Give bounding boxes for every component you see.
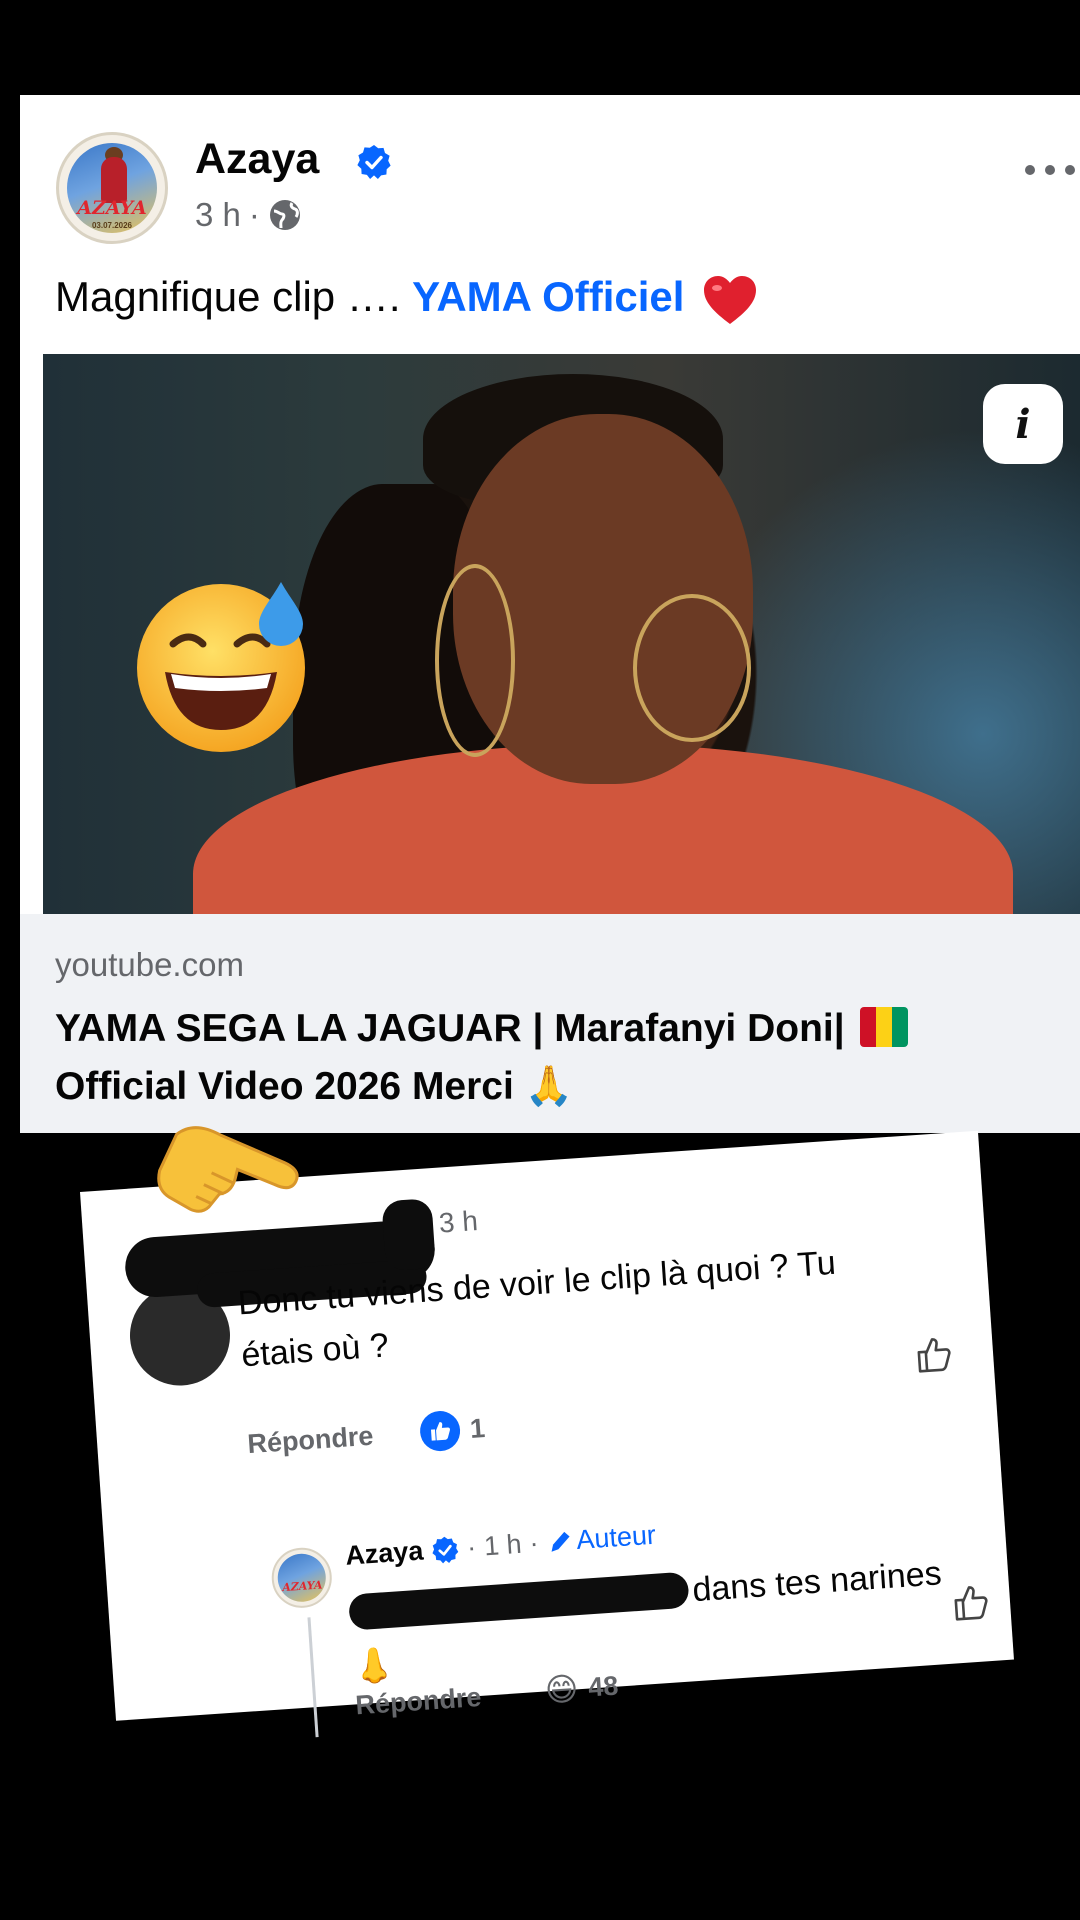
avatar-logo-text: AZAYA [77,197,147,219]
post-meta: 3 h · [195,196,302,234]
like-reaction-icon [418,1409,462,1453]
link-preview[interactable]: youtube.com YAMA SEGA LA JAGUAR | Marafa… [20,914,1080,1133]
post-caption: Magnifique clip …. YAMA Officiel [55,273,758,326]
reply-author-avatar[interactable]: AZAYA [269,1545,334,1610]
author-name[interactable]: Azaya [195,135,319,184]
more-options-icon[interactable] [1015,150,1080,190]
guinea-flag-icon [859,1007,908,1047]
link-title: YAMA SEGA LA JAGUAR | Marafanyi Doni| Of… [55,1000,1015,1116]
grinning-sweat-emoji-icon [137,582,305,752]
haha-reaction-icon: 😄 [543,1670,580,1709]
reply-avatar-logo-text: AZAYA [281,1578,323,1595]
thread-line [307,1617,319,1738]
verified-badge-icon [357,145,391,179]
reply-author-name[interactable]: Azaya [344,1536,424,1572]
post-time[interactable]: 3 h [195,196,241,234]
nose-emoji: 👃 [351,1645,397,1687]
reply-button[interactable]: Répondre [247,1421,375,1460]
info-button[interactable]: i [983,384,1063,464]
author-badge: Auteur [545,1520,657,1558]
caption-mention-link[interactable]: YAMA Officiel [412,273,684,320]
link-domain: youtube.com [55,946,244,983]
redacted-text [348,1571,690,1631]
heart-emoji-icon [704,275,757,324]
globe-icon [269,200,300,230]
author-avatar[interactable]: AZAYA 03.07.2026 [56,132,168,244]
meta-separator: · [248,196,260,233]
like-icon[interactable] [912,1333,955,1376]
reply-header: Azaya · 1 h · Auteur [344,1519,657,1572]
reply-time[interactable]: 1 h [483,1529,523,1562]
comment-reactions[interactable]: 1 [418,1408,487,1453]
reaction-count: 48 [587,1670,620,1703]
reply-reactions[interactable]: 😄 48 [544,1667,620,1710]
reply-like-icon[interactable] [949,1581,992,1624]
reply-text: dans tes narines 👃 [347,1546,953,1695]
verified-badge-icon [432,1536,459,1563]
like-count: 1 [468,1412,487,1444]
pencil-icon [551,1531,570,1552]
comment-time[interactable]: 3 h [438,1205,479,1240]
avatar-date-text: 03.07.2026 [91,221,133,230]
caption-text: Magnifique clip …. [55,273,401,320]
